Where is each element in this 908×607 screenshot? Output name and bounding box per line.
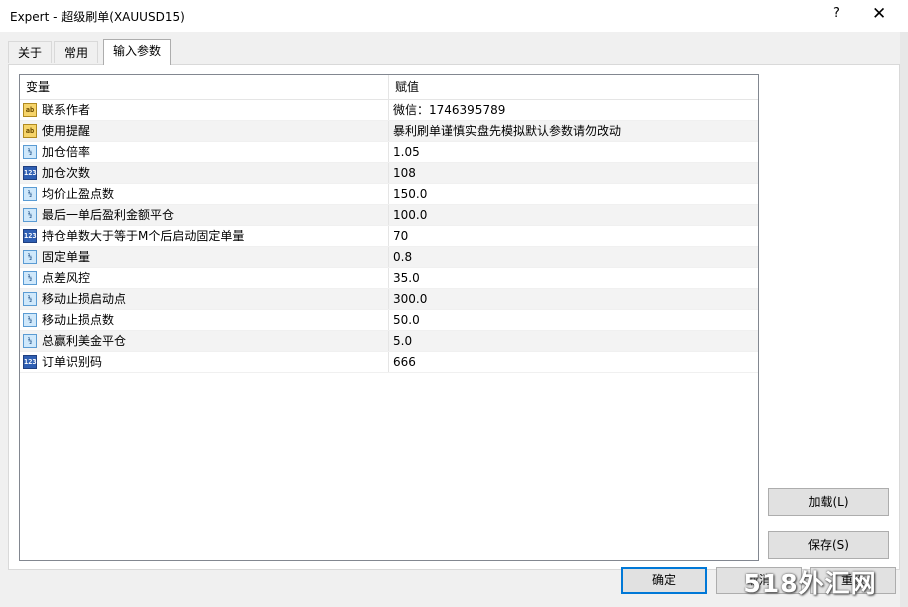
- variable-name: 点差风控: [42, 270, 91, 285]
- grid-rows: ab 联系作者 微信：1746395789 ab 使用提醒 暴利刷单谨慎实盘先模拟默认参数…: [20, 100, 758, 373]
- double-type-icon: ½: [23, 292, 37, 306]
- tab-inputs[interactable]: 输入参数: [103, 39, 172, 65]
- column-header-value[interactable]: 赋值: [389, 75, 758, 99]
- value-cell[interactable]: 666: [389, 352, 758, 372]
- variable-name: 加仓倍率: [42, 144, 91, 159]
- variable-name: 固定单量: [42, 249, 91, 264]
- variable-cell: ½ 最后一单后盈利金额平仓: [20, 205, 389, 225]
- string-type-icon: ab: [23, 124, 37, 138]
- variable-cell: ½ 加仓倍率: [20, 142, 389, 162]
- double-type-icon: ½: [23, 313, 37, 327]
- double-type-icon: ½: [23, 250, 37, 264]
- variable-name: 总赢利美金平仓: [42, 333, 127, 348]
- value-cell[interactable]: 暴利刷单谨慎实盘先模拟默认参数请勿改动: [389, 121, 758, 141]
- column-header-variable[interactable]: 变量: [20, 75, 389, 99]
- value-cell[interactable]: 300.0: [389, 289, 758, 309]
- watermark: 518外汇网: [743, 569, 877, 598]
- variable-name: 移动止损启动点: [42, 291, 127, 306]
- variable-cell: ½ 移动止损启动点: [20, 289, 389, 309]
- variable-cell: ab 使用提醒: [20, 121, 389, 141]
- table-row[interactable]: ½ 固定单量 0.8: [20, 247, 758, 268]
- variable-cell: 123 持仓单数大于等于M个后启动固定单量: [20, 226, 389, 246]
- variable-name: 使用提醒: [42, 123, 91, 138]
- value-cell[interactable]: 5.0: [389, 331, 758, 351]
- value-cell[interactable]: 150.0: [389, 184, 758, 204]
- grid-header: 变量 赋值: [20, 75, 758, 100]
- tab-common[interactable]: 常用: [54, 41, 99, 63]
- double-type-icon: ½: [23, 145, 37, 159]
- tab-about[interactable]: 关于: [8, 41, 53, 63]
- int-type-icon: 123: [23, 355, 37, 369]
- table-row[interactable]: ab 使用提醒 暴利刷单谨慎实盘先模拟默认参数请勿改动: [20, 121, 758, 142]
- value-cell[interactable]: 108: [389, 163, 758, 183]
- table-row[interactable]: ½ 移动止损启动点 300.0: [20, 289, 758, 310]
- variable-cell: ½ 固定单量: [20, 247, 389, 267]
- table-row[interactable]: ½ 总赢利美金平仓 5.0: [20, 331, 758, 352]
- table-row[interactable]: ½ 最后一单后盈利金额平仓 100.0: [20, 205, 758, 226]
- variable-name: 订单识别码: [42, 354, 103, 369]
- ok-button[interactable]: 确定: [621, 567, 707, 594]
- save-button[interactable]: 保存(S): [768, 531, 889, 559]
- variable-cell: 123 加仓次数: [20, 163, 389, 183]
- variable-name: 均价止盈点数: [42, 186, 115, 201]
- double-type-icon: ½: [23, 271, 37, 285]
- table-row[interactable]: ½ 加仓倍率 1.05: [20, 142, 758, 163]
- variable-cell: ½ 移动止损点数: [20, 310, 389, 330]
- value-cell[interactable]: 50.0: [389, 310, 758, 330]
- close-icon[interactable]: ✕: [872, 4, 886, 24]
- int-type-icon: 123: [23, 166, 37, 180]
- double-type-icon: ½: [23, 334, 37, 348]
- int-type-icon: 123: [23, 229, 37, 243]
- variable-name: 持仓单数大于等于M个后启动固定单量: [42, 228, 245, 243]
- variable-cell: ½ 点差风控: [20, 268, 389, 288]
- double-type-icon: ½: [23, 187, 37, 201]
- window-title: Expert - 超级刷单(XAUUSD15): [10, 10, 185, 24]
- value-cell[interactable]: 0.8: [389, 247, 758, 267]
- table-row[interactable]: 123 订单识别码 666: [20, 352, 758, 373]
- value-cell[interactable]: 1.05: [389, 142, 758, 162]
- string-type-icon: ab: [23, 103, 37, 117]
- table-row[interactable]: 123 持仓单数大于等于M个后启动固定单量 70: [20, 226, 758, 247]
- table-row[interactable]: 123 加仓次数 108: [20, 163, 758, 184]
- variable-name: 联系作者: [42, 102, 91, 117]
- load-button[interactable]: 加载(L): [768, 488, 889, 516]
- parameters-grid: 变量 赋值 ab 联系作者 微信：1746395789 ab 使用提醒 暴利刷单谨慎实盘先…: [19, 74, 759, 561]
- variable-cell: ab 联系作者: [20, 100, 389, 120]
- table-row[interactable]: ab 联系作者 微信：1746395789: [20, 100, 758, 121]
- background-strip: [900, 32, 908, 607]
- title-bar: Expert - 超级刷单(XAUUSD15) ? ✕: [0, 0, 908, 32]
- value-cell[interactable]: 70: [389, 226, 758, 246]
- value-cell[interactable]: 100.0: [389, 205, 758, 225]
- value-cell[interactable]: 微信：1746395789: [389, 100, 758, 120]
- table-row[interactable]: ½ 均价止盈点数 150.0: [20, 184, 758, 205]
- variable-cell: ½ 均价止盈点数: [20, 184, 389, 204]
- variable-cell: ½ 总赢利美金平仓: [20, 331, 389, 351]
- help-icon[interactable]: ?: [833, 6, 840, 21]
- table-row[interactable]: ½ 移动止损点数 50.0: [20, 310, 758, 331]
- variable-name: 最后一单后盈利金额平仓: [42, 207, 175, 222]
- variable-name: 移动止损点数: [42, 312, 115, 327]
- table-row[interactable]: ½ 点差风控 35.0: [20, 268, 758, 289]
- value-cell[interactable]: 35.0: [389, 268, 758, 288]
- variable-cell: 123 订单识别码: [20, 352, 389, 372]
- double-type-icon: ½: [23, 208, 37, 222]
- variable-name: 加仓次数: [42, 165, 91, 180]
